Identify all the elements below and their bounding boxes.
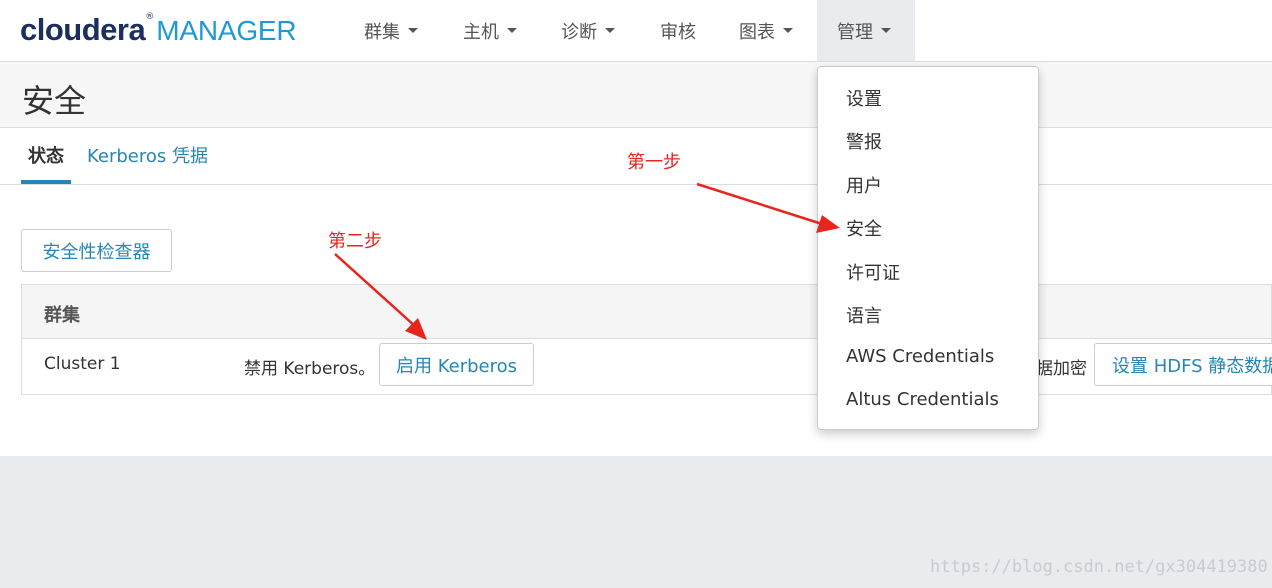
security-inspector-button[interactable]: 安全性检查器 (21, 229, 172, 272)
caret-down-icon (507, 28, 517, 33)
enable-kerberos-button[interactable]: 启用 Kerberos (379, 343, 534, 386)
caret-down-icon (783, 28, 793, 33)
menu-item-aws-credentials[interactable]: AWS Credentials (846, 346, 994, 367)
clusters-table: 群集 Cluster 1 禁用 Kerberos。 启用 Kerberos 据加… (21, 284, 1272, 396)
logo-product: MANAGER (156, 15, 297, 46)
tab-kerberos-credentials[interactable]: Kerberos 凭据 (87, 142, 208, 168)
tab-status[interactable]: 状态 (21, 142, 71, 184)
nav-clusters-label: 群集 (364, 21, 400, 43)
table-header: 群集 (21, 284, 1272, 339)
logo-registered-mark: ® (145, 12, 155, 22)
nav-audits-link[interactable]: 审核 (640, 0, 716, 61)
setup-hdfs-encryption-button[interactable]: 设置 HDFS 静态数据 (1094, 343, 1272, 386)
page-header: 安全 (0, 62, 1272, 128)
caret-down-icon (408, 28, 418, 33)
annotation-step-one: 第一步 (627, 152, 681, 173)
nav-hosts-menu[interactable]: 主机 (443, 0, 537, 61)
menu-item-security[interactable]: 安全 (846, 215, 882, 241)
cloudera-manager-logo[interactable]: cloudera®MANAGER (20, 12, 297, 48)
page-content: cloudera®MANAGER 群集 主机 诊断 审核 图表 管理 安全 状态… (0, 0, 1272, 456)
top-navbar: cloudera®MANAGER 群集 主机 诊断 审核 图表 管理 (0, 0, 1272, 62)
menu-item-altus-credentials[interactable]: Altus Credentials (846, 389, 999, 410)
nav-diagnostics-menu[interactable]: 诊断 (541, 0, 635, 61)
menu-item-language[interactable]: 语言 (846, 302, 882, 328)
menu-item-alerts[interactable]: 警报 (846, 128, 882, 154)
table-row: Cluster 1 禁用 Kerberos。 启用 Kerberos 据加密 设… (21, 338, 1272, 395)
annotation-step-two: 第二步 (328, 231, 382, 252)
kerberos-status-text: 禁用 Kerberos。 (244, 359, 376, 379)
watermark: https://blog.csdn.net/gx304419380 (930, 557, 1268, 577)
encryption-status-text: 据加密 (1036, 359, 1087, 379)
nav-audits-label: 审核 (660, 21, 696, 43)
cluster-name[interactable]: Cluster 1 (44, 354, 121, 374)
administration-dropdown-menu: 设置 警报 用户 安全 许可证 语言 AWS Credentials Altus… (817, 66, 1039, 430)
nav-diagnostics-label: 诊断 (561, 21, 597, 43)
nav-administration-menu[interactable]: 管理 (817, 0, 915, 61)
logo-brand: cloudera (20, 12, 146, 47)
page-title: 安全 (22, 82, 87, 120)
nav-hosts-label: 主机 (463, 21, 499, 43)
menu-item-settings[interactable]: 设置 (846, 85, 882, 111)
menu-item-users[interactable]: 用户 (846, 172, 882, 198)
caret-down-icon (605, 28, 615, 33)
menu-item-license[interactable]: 许可证 (846, 259, 900, 285)
nav-charts-label: 图表 (739, 21, 775, 43)
nav-administration-label: 管理 (837, 21, 873, 43)
column-header-cluster: 群集 (44, 305, 80, 326)
nav-charts-menu[interactable]: 图表 (719, 0, 813, 61)
nav-clusters-menu[interactable]: 群集 (344, 0, 438, 61)
caret-down-icon (881, 28, 891, 33)
